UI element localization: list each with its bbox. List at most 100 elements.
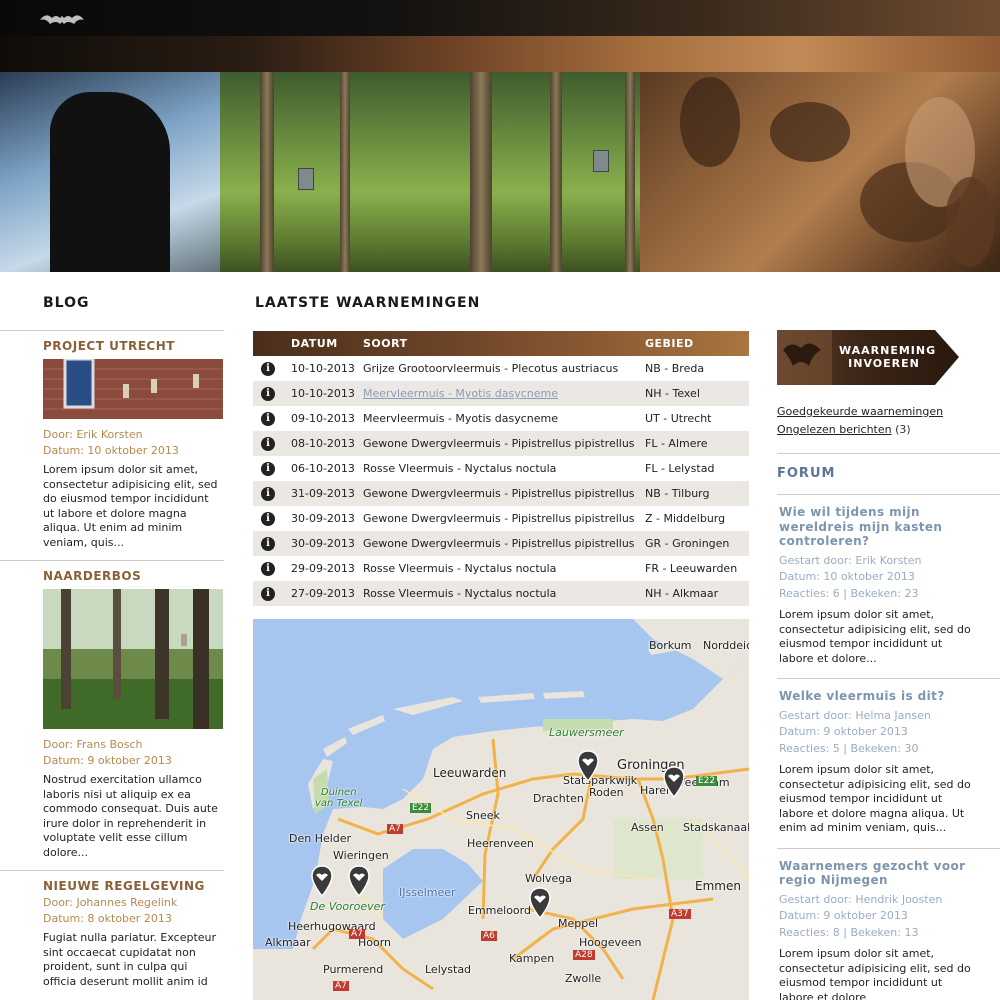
row-datum: 10-10-2013 xyxy=(291,362,355,375)
info-icon[interactable]: i xyxy=(261,412,275,426)
map-canvas[interactable] xyxy=(253,619,749,1000)
table-header-gebied[interactable]: GEBIED xyxy=(645,331,749,356)
forum-title: FORUM xyxy=(777,453,1000,495)
row-gebied: Z - Middelburg xyxy=(645,512,726,525)
row-info[interactable]: i xyxy=(253,481,291,506)
row-soort[interactable]: Gewone Dwergvleermuis - Pipistrellus pip… xyxy=(363,431,645,456)
link-goedgekeurde-waarnemingen[interactable]: Goedgekeurde waarnemingen xyxy=(777,405,943,418)
blog-item-title[interactable]: NAARDERBOS xyxy=(43,569,224,583)
map-label-wieringen: Wieringen xyxy=(333,849,389,862)
forum-item-date: Datum: 10 oktober 2013 xyxy=(779,570,915,583)
map-pin-icon[interactable] xyxy=(348,865,370,897)
info-icon[interactable]: i xyxy=(261,537,275,551)
blog-thumbnail[interactable] xyxy=(43,589,223,729)
table-row[interactable]: i 30-09-2013 Gewone Dwergvleermuis - Pipis… xyxy=(253,531,749,556)
table-row[interactable]: i 30-09-2013 Gewone Dwergvleermuis - Pipis… xyxy=(253,506,749,531)
info-icon[interactable]: i xyxy=(261,362,275,376)
table-header-datum[interactable]: DATUM xyxy=(291,331,363,356)
info-icon[interactable]: i xyxy=(261,512,275,526)
blog-item-excerpt: Lorem ipsum dolor sit amet, consectetur … xyxy=(43,463,218,549)
table-row[interactable]: i 06-10-2013 Rosse Vleermuis - Nyctalus no… xyxy=(253,456,749,481)
forum-item[interactable]: Wie wil tijdens mijn wereldreis mijn kas… xyxy=(777,495,1000,679)
info-icon[interactable]: i xyxy=(261,437,275,451)
observations-map[interactable]: Borkum Norddeich Lauwersmeer Groningen L… xyxy=(253,619,749,1000)
blog-item[interactable]: NIEUWE REGELGEVING Door: Johannes Regeli… xyxy=(0,871,224,999)
table-header-row: DATUM SOORT GEBIED xyxy=(253,331,749,356)
forum-item[interactable]: Waarnemers gezocht voor regio Nijmegen Ge… xyxy=(777,849,1000,1000)
forum-item-title[interactable]: Welke vleermuis is dit? xyxy=(779,689,969,704)
map-pin-icon[interactable] xyxy=(663,766,685,798)
map-label-lelystad: Lelystad xyxy=(425,963,472,976)
blog-item-date: Datum: 9 oktober 2013 xyxy=(43,754,172,767)
info-icon[interactable]: i xyxy=(261,587,275,601)
forum-item-starter: Gestart door: Hendrik Joosten xyxy=(779,892,943,906)
row-info[interactable]: i xyxy=(253,581,291,606)
table-row[interactable]: i 29-09-2013 Rosse Vleermuis - Nyctalus no… xyxy=(253,556,749,581)
forum-item[interactable]: Welke vleermuis is dit? Gestart door: Hel… xyxy=(777,679,1000,849)
row-info[interactable]: i xyxy=(253,456,291,481)
map-label-assen: Assen xyxy=(631,821,664,834)
row-info[interactable]: i xyxy=(253,531,291,556)
map-pin-icon[interactable] xyxy=(577,750,599,782)
table-row[interactable]: i 27-09-2013 Rosse Vleermuis - Nyctalus no… xyxy=(253,581,749,606)
observations-rows: i 10-10-2013 Grijze Grootoorvleermuis - Pl… xyxy=(253,356,749,606)
bat-logo-icon[interactable] xyxy=(38,10,86,30)
row-info[interactable]: i xyxy=(253,431,291,456)
info-icon[interactable]: i xyxy=(261,462,275,476)
blog-thumbnail[interactable] xyxy=(43,359,223,419)
row-info[interactable]: i xyxy=(253,506,291,531)
blog-item-author: Door: Johannes Regelink xyxy=(43,896,178,909)
blog-item-excerpt: Fugiat nulla pariatur. Excepteur sint oc… xyxy=(43,931,217,988)
row-gebied: UT - Utrecht xyxy=(645,412,712,425)
forum-item-title[interactable]: Wie wil tijdens mijn wereldreis mijn kas… xyxy=(779,505,969,549)
row-soort[interactable]: Rosse Vleermuis - Nyctalus noctula xyxy=(363,581,645,606)
map-label-alkmaar: Alkmaar xyxy=(265,936,311,949)
row-soort[interactable]: Meervleermuis - Myotis dasycneme xyxy=(363,406,645,431)
row-info[interactable]: i xyxy=(253,356,291,381)
map-label-duinen-van-texel: Duinen van Texel xyxy=(315,787,363,809)
row-gebied: FL - Almere xyxy=(645,437,708,450)
row-info[interactable]: i xyxy=(253,556,291,581)
row-soort[interactable]: Rosse Vleermuis - Nyctalus noctula xyxy=(363,556,645,581)
blog-item-title[interactable]: NIEUWE REGELGEVING xyxy=(43,879,224,893)
map-label-sneek: Sneek xyxy=(466,809,500,822)
top-bar xyxy=(0,0,1000,36)
blog-item-author: Door: Frans Bosch xyxy=(43,738,143,751)
blog-item-excerpt: Nostrud exercitation ullamco laboris nis… xyxy=(43,773,218,859)
row-info[interactable]: i xyxy=(253,406,291,431)
row-datum: 08-10-2013 xyxy=(291,437,355,450)
row-soort[interactable]: Rosse Vleermuis - Nyctalus noctula xyxy=(363,456,645,481)
map-pin-icon[interactable] xyxy=(311,865,333,897)
table-row[interactable]: i 09-10-2013 Meervleermuis - Myotis dasycn… xyxy=(253,406,749,431)
forum-item-starter: Gestart door: Helma Jansen xyxy=(779,708,931,722)
map-pin-icon[interactable] xyxy=(529,887,551,919)
row-soort[interactable]: Grijze Grootoorvleermuis - Plecotus aust… xyxy=(363,356,645,381)
row-soort[interactable]: Gewone Dwergvleermuis - Pipistrellus pip… xyxy=(363,506,645,531)
table-row[interactable]: i 08-10-2013 Gewone Dwergvleermuis - Pipis… xyxy=(253,431,749,456)
forum-item-stats: Reacties: 6 | Bekeken: 23 xyxy=(779,586,919,600)
table-row[interactable]: i 10-10-2013 Meervleermuis - Myotis dasycn… xyxy=(253,381,749,406)
waarneming-invoeren-button[interactable]: WAARNEMING INVOEREN xyxy=(777,330,959,385)
road-shield-a6: A6 xyxy=(481,931,497,941)
blog-item[interactable]: NAARDERBOS Door: Frans Bosch Datum: 9 ok… xyxy=(0,561,224,871)
table-row[interactable]: i 31-09-2013 Gewone Dwergvleermuis - Pipis… xyxy=(253,481,749,506)
forum-list: Wie wil tijdens mijn wereldreis mijn kas… xyxy=(777,495,1000,1000)
row-soort[interactable]: Gewone Dwergvleermuis - Pipistrellus pip… xyxy=(363,481,645,506)
row-datum: 06-10-2013 xyxy=(291,462,355,475)
row-soort[interactable]: Meervleermuis - Myotis dasycneme xyxy=(363,381,645,406)
map-label-den-helder: Den Helder xyxy=(289,832,352,845)
road-shield-a7: A7 xyxy=(333,981,349,991)
blog-item[interactable]: PROJECT UTRECHT Door: Erik Korsten Datum… xyxy=(0,331,224,561)
table-header-soort[interactable]: SOORT xyxy=(363,331,645,356)
forum-item-title[interactable]: Waarnemers gezocht voor regio Nijmegen xyxy=(779,859,969,888)
unread-count: (3) xyxy=(891,423,911,436)
forum-item-stats: Reacties: 5 | Bekeken: 30 xyxy=(779,741,919,755)
info-icon[interactable]: i xyxy=(261,487,275,501)
blog-item-title[interactable]: PROJECT UTRECHT xyxy=(43,339,224,353)
table-row[interactable]: i 10-10-2013 Grijze Grootoorvleermuis - Pl… xyxy=(253,356,749,381)
row-soort[interactable]: Gewone Dwergvleermuis - Pipistrellus pip… xyxy=(363,531,645,556)
row-info[interactable]: i xyxy=(253,381,291,406)
info-icon[interactable]: i xyxy=(261,562,275,576)
link-ongelezen-berichten[interactable]: Ongelezen berichten xyxy=(777,423,892,436)
info-icon[interactable]: i xyxy=(261,387,275,401)
